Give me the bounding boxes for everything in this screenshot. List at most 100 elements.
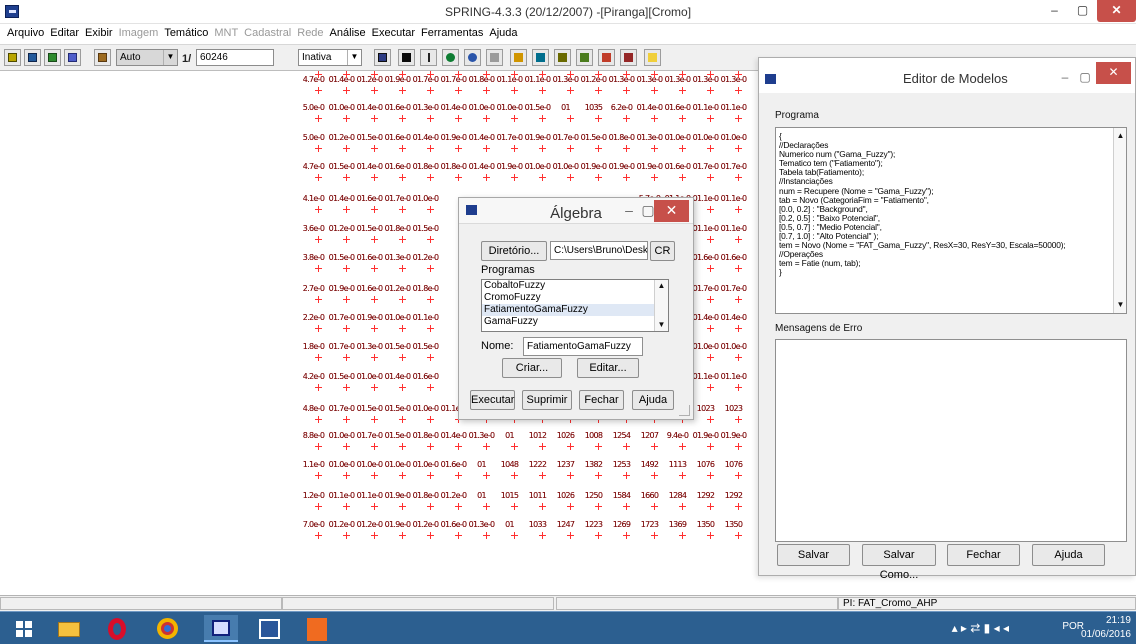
windows-start-icon[interactable]: [8, 615, 42, 642]
close-button[interactable]: ✕: [1097, 0, 1136, 22]
menu-executar[interactable]: Executar: [369, 24, 418, 44]
program-list-item[interactable]: CobaltoFuzzy: [482, 280, 668, 292]
algebra-titlebar[interactable]: Álgebra – ▢ ✕: [459, 198, 693, 224]
canvas-value: 01.2e-0: [580, 75, 608, 84]
programs-scrollbar[interactable]: ▲ ▼: [654, 280, 668, 331]
clock-date[interactable]: 01/06/2016: [1081, 629, 1131, 640]
canvas-value: 01.1e-0: [720, 194, 748, 203]
sample-cross-icon: [343, 71, 350, 78]
execute-button[interactable]: Executar: [470, 390, 515, 410]
system-tray-icons[interactable]: ▴ ▸ ⇄ ▮ ◂ ◂: [952, 621, 1009, 635]
menu-cadastral[interactable]: Cadastral: [241, 24, 294, 44]
info-icon[interactable]: [464, 49, 481, 66]
menu-arquivo[interactable]: Arquivo: [4, 24, 47, 44]
opera-icon[interactable]: [100, 615, 134, 642]
directory-path-field[interactable]: C:\Users\Bruno\Deskto: [550, 241, 648, 260]
menu-exibir[interactable]: Exibir: [82, 24, 116, 44]
edit-button[interactable]: Editar...: [577, 358, 639, 378]
clock-time[interactable]: 21:19: [1106, 615, 1131, 626]
help-question-icon[interactable]: [644, 49, 661, 66]
menu-mnt[interactable]: MNT: [211, 24, 241, 44]
algebra-close-action-button[interactable]: Fechar: [579, 390, 624, 410]
database-icon[interactable]: [4, 49, 21, 66]
pan-icon[interactable]: [442, 49, 459, 66]
menu-editar[interactable]: Editar: [47, 24, 82, 44]
model-editor-help-button[interactable]: Ajuda: [1032, 544, 1105, 566]
code-scrollbar[interactable]: ▲ ▼: [1113, 128, 1126, 313]
scroll-down-icon[interactable]: ▼: [657, 321, 666, 329]
canvas-value: 01.1e-0: [692, 224, 720, 233]
draw-icon[interactable]: [64, 49, 81, 66]
menu-tematico[interactable]: Temático: [161, 24, 211, 44]
canvas-value: 01.9e-0: [356, 313, 384, 322]
resize-grip-icon[interactable]: [679, 405, 690, 416]
chevron-down-icon[interactable]: ▼: [347, 50, 361, 65]
model-editor-maximize-button[interactable]: ▢: [1077, 67, 1093, 89]
window-titlebar[interactable]: SPRING-4.3.3 (20/12/2007) -[Piranga][Cro…: [0, 0, 1136, 24]
chevron-down-icon[interactable]: ▼: [163, 50, 177, 65]
scroll-up-icon[interactable]: ▲: [657, 282, 666, 290]
algebra-close-button[interactable]: ✕: [654, 200, 689, 222]
menu-ajuda[interactable]: Ajuda: [486, 24, 520, 44]
model-editor-close-action-button[interactable]: Fechar: [947, 544, 1020, 566]
scroll-down-icon[interactable]: ▼: [1116, 301, 1125, 309]
pointer-icon[interactable]: [398, 49, 415, 66]
delete-button[interactable]: Suprimir: [522, 390, 572, 410]
cr-button[interactable]: CR: [650, 241, 675, 261]
sample-cross-icon: [455, 443, 462, 450]
project-icon[interactable]: [24, 49, 41, 66]
program-list-item[interactable]: CromoFuzzy: [482, 292, 668, 304]
minimize-button[interactable]: –: [1041, 0, 1068, 22]
contrast-icon[interactable]: [554, 49, 571, 66]
line-tool-icon[interactable]: [510, 49, 527, 66]
sample-cross-icon: [679, 115, 686, 122]
plus-icon[interactable]: [420, 49, 437, 66]
word-icon[interactable]: [252, 615, 286, 642]
back-icon[interactable]: [598, 49, 615, 66]
layer-icon[interactable]: [44, 49, 61, 66]
file-explorer-icon[interactable]: [52, 615, 86, 642]
canvas-value: 01.9e-0: [384, 75, 412, 84]
status-select[interactable]: Inativa ▼: [298, 49, 362, 66]
scroll-up-icon[interactable]: ▲: [1116, 132, 1125, 140]
directory-button[interactable]: Diretório...: [481, 241, 547, 261]
program-name-input[interactable]: FatiamentoGamaFuzzy: [523, 337, 643, 356]
sample-cross-icon: [399, 325, 406, 332]
view-icon[interactable]: [94, 49, 111, 66]
menu-imagem[interactable]: Imagem: [116, 24, 162, 44]
canvas-value: 01.9e-0: [580, 162, 608, 171]
cursor-icon[interactable]: [486, 49, 503, 66]
mode-select[interactable]: Auto ▼: [116, 49, 178, 66]
pdf-reader-icon[interactable]: [300, 615, 334, 642]
sample-cross-icon: [315, 532, 322, 539]
sample-cross-icon: [427, 236, 434, 243]
undo-icon[interactable]: [620, 49, 637, 66]
menu-analise[interactable]: Análise: [327, 24, 369, 44]
status-cell-left: [0, 597, 282, 610]
chrome-icon[interactable]: [150, 615, 184, 642]
sample-cross-icon: [735, 115, 742, 122]
model-editor-minimize-button[interactable]: –: [1057, 67, 1073, 89]
error-messages-box[interactable]: [775, 339, 1127, 542]
maximize-button[interactable]: ▢: [1069, 0, 1096, 22]
compare-icon[interactable]: [576, 49, 593, 66]
algebra-help-button[interactable]: Ajuda: [632, 390, 674, 410]
menu-ferramentas[interactable]: Ferramentas: [418, 24, 486, 44]
program-code-editor[interactable]: {//Declarações Numerico num ("Gama_Fuzzy"…: [775, 127, 1127, 314]
save-button[interactable]: Salvar: [777, 544, 850, 566]
spring-taskbar-icon[interactable]: [204, 615, 238, 642]
create-button[interactable]: Criar...: [502, 358, 562, 378]
programs-list[interactable]: CobaltoFuzzy CromoFuzzy FatiamentoGamaFuzz…: [481, 279, 669, 332]
algebra-minimize-button[interactable]: –: [619, 200, 639, 222]
menu-rede[interactable]: Rede: [294, 24, 326, 44]
model-editor-close-button[interactable]: ✕: [1096, 62, 1131, 84]
canvas-value: 01.8e-0: [412, 284, 440, 293]
grid-icon[interactable]: [374, 49, 391, 66]
save-as-button[interactable]: Salvar Como...: [862, 544, 936, 581]
scale-input[interactable]: 60246: [196, 49, 274, 66]
program-list-item[interactable]: GamaFuzzy: [482, 316, 668, 328]
model-editor-titlebar[interactable]: Editor de Modelos – ▢ ✕: [759, 58, 1135, 93]
sample-cross-icon: [315, 236, 322, 243]
scale-tool-icon[interactable]: [532, 49, 549, 66]
program-list-item[interactable]: FatiamentoGamaFuzzy: [482, 304, 668, 316]
